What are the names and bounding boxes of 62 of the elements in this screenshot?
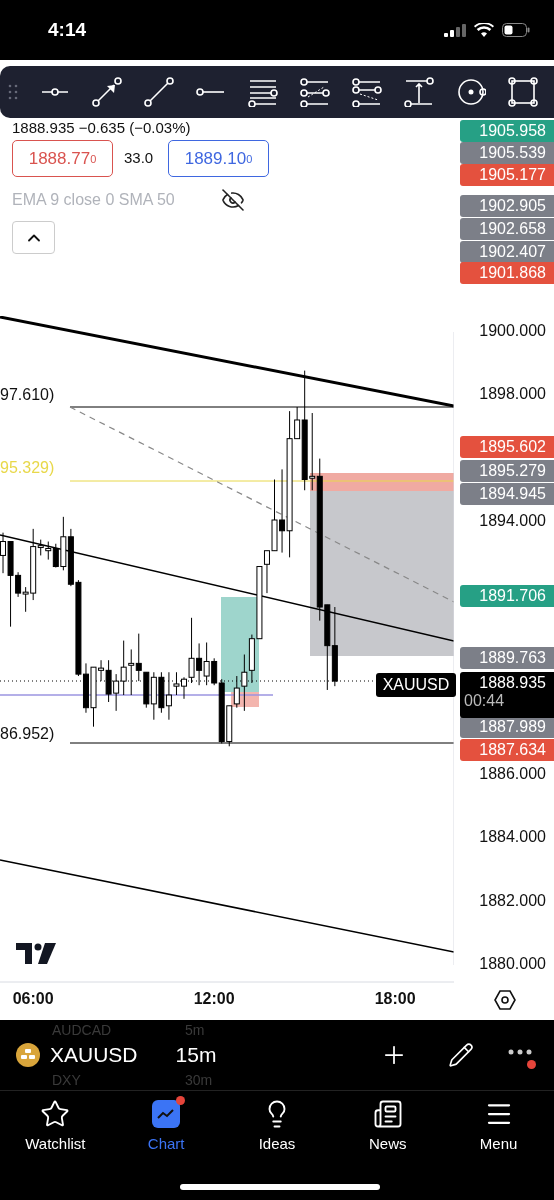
price-tag: 1902.658 <box>460 218 554 240</box>
settings-icon[interactable] <box>494 989 516 1011</box>
price-tag: 1901.868 <box>460 262 554 284</box>
price-tag: 1902.905 <box>460 195 554 217</box>
drawing-button[interactable] <box>448 1042 474 1068</box>
price-tag: 1905.539 <box>460 142 554 164</box>
circle-icon[interactable] <box>456 77 486 107</box>
status-time: 4:14 <box>48 19 87 41</box>
rectangle-icon[interactable] <box>508 77 538 107</box>
price-tag: 1887.634 <box>460 739 554 761</box>
price-tag: 1905.177 <box>460 164 554 186</box>
parallel-lines-icon[interactable] <box>248 77 278 107</box>
drag-handle-icon[interactable] <box>8 84 18 100</box>
interval[interactable]: 15m <box>175 1043 217 1067</box>
bar-countdown: 00:44 <box>463 692 505 710</box>
nav-tab[interactable]: News <box>342 1099 433 1155</box>
nav-tab[interactable]: Chart <box>121 1099 212 1155</box>
nav-tab[interactable]: Ideas <box>232 1099 322 1155</box>
price-tick: 1882.000 <box>479 891 546 910</box>
eye-off-icon[interactable] <box>221 188 245 212</box>
symbol-icon <box>16 1043 40 1067</box>
more-button[interactable] <box>508 1049 538 1071</box>
price-tick: 1898.000 <box>479 385 546 404</box>
wifi-icon <box>474 22 494 38</box>
price-tick: 1900.000 <box>479 322 546 340</box>
pitchfork-icon[interactable] <box>352 77 382 107</box>
price-tag: 1887.989 <box>460 716 554 738</box>
price-tick: 1886.000 <box>479 765 546 784</box>
price-tag: 1891.706 <box>460 585 554 607</box>
collapse-button[interactable] <box>12 221 55 254</box>
price-tick: 1880.000 <box>479 955 546 973</box>
price-label: 86.952) <box>0 725 55 743</box>
last-price: 1888.935 <box>479 674 546 692</box>
price-tag: 1895.602 <box>460 436 554 458</box>
price-tag: 1889.763 <box>460 647 554 669</box>
price-tag: 1902.407 <box>460 241 554 263</box>
price-label: 97.610) <box>0 386 55 404</box>
price-tick: 1884.000 <box>479 828 546 847</box>
chart-icon <box>151 1099 182 1129</box>
time-label: 18:00 <box>374 990 416 1008</box>
price-tag: 1895.279 <box>460 460 554 482</box>
spread: 33.0 <box>124 149 154 166</box>
arrow-icon[interactable] <box>92 77 122 107</box>
measure-icon[interactable] <box>404 77 434 107</box>
nav-tab[interactable]: Watchlist <box>10 1099 101 1155</box>
signal-icon <box>444 23 466 37</box>
channel-icon[interactable] <box>300 77 330 107</box>
battery-icon <box>502 23 530 37</box>
price-tag: 1894.945 <box>460 483 554 505</box>
price-label: 95.329) <box>0 459 55 477</box>
star-icon <box>40 1099 71 1129</box>
price-tick: 1894.000 <box>479 511 546 530</box>
trend-line-icon[interactable] <box>144 77 174 107</box>
logo-icon <box>16 943 56 964</box>
price-tag: 1905.958 <box>460 120 554 142</box>
quote-line: 1888.935 −0.635 (−0.03%) <box>12 119 191 136</box>
time-label: 12:00 <box>193 990 235 1008</box>
symbol-tag: XAUUSD <box>376 673 456 697</box>
time-label: 06:00 <box>12 990 54 1008</box>
symbol-name[interactable]: XAUUSD <box>50 1043 138 1067</box>
newspaper-icon <box>372 1099 403 1129</box>
nav-tab[interactable]: Menu <box>453 1099 544 1155</box>
